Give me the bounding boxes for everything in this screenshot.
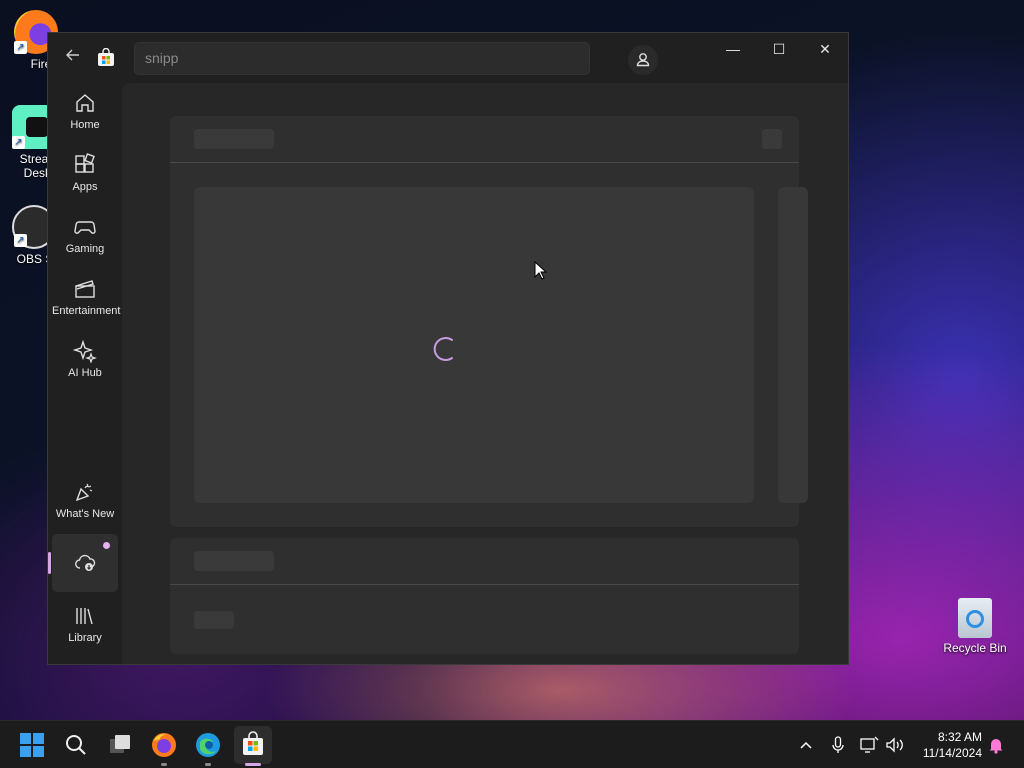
active-indicator	[48, 552, 51, 574]
edge-icon	[196, 733, 220, 757]
recycle-bin-icon	[958, 598, 992, 638]
mouse-cursor-icon	[534, 261, 548, 280]
sidebar-item-gaming[interactable]: Gaming	[52, 209, 118, 267]
main-content	[122, 83, 848, 664]
desktop-icon-label: Recycle Bin	[943, 641, 1007, 655]
skeleton-title	[194, 129, 274, 149]
taskbar-microsoft-store[interactable]	[234, 726, 272, 766]
shortcut-arrow-icon: ↗	[14, 234, 27, 247]
network-button[interactable]	[858, 735, 880, 755]
sidebar-item-entertainment[interactable]: Entertainment	[52, 271, 121, 329]
title-bar: snipp — ☐ ✕	[48, 33, 848, 83]
sidebar-item-home[interactable]: Home	[52, 85, 118, 143]
microphone-icon	[832, 736, 844, 753]
running-indicator	[205, 763, 211, 766]
volume-button[interactable]	[884, 735, 906, 755]
skeleton-hero-image	[194, 187, 754, 503]
close-button[interactable]: ✕	[802, 33, 848, 65]
windows-logo-icon	[20, 733, 44, 757]
skeleton-button	[762, 129, 782, 149]
sparkle-icon	[73, 339, 97, 363]
divider	[170, 162, 799, 163]
skeleton-side-image	[778, 187, 808, 503]
speaker-icon	[886, 737, 903, 753]
sidebar-item-label: AI Hub	[68, 367, 102, 379]
show-hidden-icons-button[interactable]	[796, 735, 816, 755]
network-icon	[860, 736, 879, 753]
sidebar-item-label: Home	[70, 119, 100, 131]
store-icon	[243, 731, 263, 755]
search-input[interactable]: snipp	[134, 42, 590, 75]
clapperboard-icon	[75, 280, 95, 298]
apps-icon	[75, 153, 95, 173]
desktop-icon-recycle-bin[interactable]: Recycle Bin	[937, 598, 1013, 655]
gamepad-icon	[74, 221, 96, 234]
back-button[interactable]	[62, 47, 84, 69]
sidebar-item-label: What's New	[55, 508, 115, 520]
back-arrow-icon	[66, 49, 79, 61]
microphone-button[interactable]	[828, 735, 848, 755]
party-popper-icon	[75, 483, 93, 502]
start-button[interactable]	[16, 729, 48, 761]
skeleton-title	[194, 551, 274, 571]
sidebar-item-ai-hub[interactable]: AI Hub	[52, 333, 118, 391]
loading-section-card	[170, 538, 799, 654]
notifications-button[interactable]	[986, 735, 1006, 755]
search-button[interactable]	[60, 729, 92, 761]
clock-date: 11/14/2024	[922, 746, 982, 760]
divider	[170, 584, 799, 585]
taskbar-firefox[interactable]	[148, 729, 180, 766]
cloud-download-icon	[75, 554, 96, 571]
search-icon	[66, 735, 86, 755]
notification-dot	[103, 542, 110, 549]
maximize-button[interactable]: ☐	[756, 33, 802, 65]
store-logo-icon	[96, 47, 116, 68]
user-icon	[636, 53, 650, 67]
library-icon	[76, 608, 93, 625]
skeleton-row	[194, 611, 234, 629]
navigation-sidebar: Home Apps Gaming Entertainment AI Hub Wh…	[48, 83, 122, 664]
sidebar-item-label: Gaming	[65, 243, 105, 255]
chevron-up-icon	[800, 741, 812, 749]
loading-hero-card	[170, 116, 808, 527]
sidebar-item-library[interactable]: Library	[52, 598, 118, 656]
account-button[interactable]	[628, 45, 658, 75]
clock[interactable]: 8:32 AM 11/14/2024	[923, 729, 982, 761]
taskbar: 8:32 AM 11/14/2024	[0, 720, 1024, 768]
home-icon	[76, 94, 94, 112]
loading-spinner-icon	[433, 337, 453, 361]
running-indicator	[161, 763, 167, 766]
sidebar-item-downloads[interactable]	[48, 534, 118, 592]
minimize-button[interactable]: —	[710, 33, 756, 65]
taskbar-edge[interactable]	[192, 729, 224, 766]
sidebar-item-label: Library	[68, 632, 102, 644]
sidebar-item-apps[interactable]: Apps	[52, 147, 118, 205]
task-view-button[interactable]	[104, 729, 136, 761]
task-view-icon	[110, 735, 130, 753]
sidebar-item-whats-new[interactable]: What's New	[52, 474, 118, 532]
sidebar-item-label: Apps	[72, 181, 98, 193]
microsoft-store-window: snipp — ☐ ✕ Home Apps Gaming Entertainme…	[47, 32, 849, 665]
sidebar-item-label: Entertainment	[52, 305, 121, 317]
clock-time: 8:32 AM	[937, 730, 982, 744]
system-tray	[792, 721, 922, 768]
bell-icon	[989, 739, 1003, 754]
shortcut-arrow-icon: ↗	[14, 41, 27, 54]
active-app-indicator	[245, 763, 261, 766]
shortcut-arrow-icon: ↗	[12, 136, 25, 149]
firefox-icon	[152, 733, 176, 757]
